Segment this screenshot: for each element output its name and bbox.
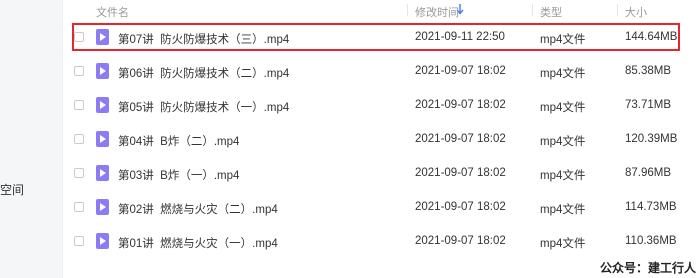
file-name[interactable]: 第05讲 防火防爆技术（一）.mp4 (118, 99, 289, 115)
file-row[interactable]: 第05讲 防火防爆技术（一）.mp4 2021-09-07 18:02 mp4文… (62, 88, 700, 124)
file-type: mp4文件 (540, 102, 586, 114)
row-checkbox[interactable] (74, 168, 84, 178)
row-checkbox[interactable] (74, 66, 84, 76)
video-file-icon (96, 131, 109, 147)
file-row[interactable]: 第06讲 防火防爆技术（二）.mp4 2021-09-07 18:02 mp4文… (62, 54, 700, 90)
file-type: mp4文件 (540, 238, 586, 250)
file-row[interactable]: 第01讲 燃烧与火灾（一）.mp4 2021-09-07 18:02 mp4文件… (62, 224, 700, 260)
file-name[interactable]: 第06讲 防火防爆技术（二）.mp4 (118, 65, 289, 81)
video-file-icon (96, 97, 109, 113)
file-size: 114.73MB (625, 201, 677, 213)
file-name[interactable]: 第07讲 防火防爆技术（三）.mp4 (118, 31, 289, 47)
file-size: 85.38MB (625, 65, 672, 77)
file-name[interactable]: 第03讲 B炸（一）.mp4 (118, 167, 239, 183)
file-name[interactable]: 第02讲 燃烧与火灾（二）.mp4 (118, 201, 278, 217)
row-checkbox[interactable] (74, 202, 84, 212)
file-size: 73.71MB (625, 99, 672, 111)
column-divider[interactable] (532, 4, 533, 16)
video-file-icon (96, 29, 109, 45)
row-checkbox[interactable] (74, 134, 84, 144)
file-modified: 2021-09-07 18:02 (415, 133, 506, 145)
column-header-name[interactable]: 文件名 (96, 4, 129, 20)
file-modified: 2021-09-07 18:02 (415, 99, 506, 111)
file-size: 120.39MB (625, 133, 678, 145)
file-modified: 2021-09-07 18:02 (415, 167, 506, 179)
file-row[interactable]: 第02讲 燃烧与火灾（二）.mp4 2021-09-07 18:02 mp4文件… (62, 190, 700, 226)
video-file-icon (96, 165, 109, 181)
column-header-size[interactable]: 大小 (625, 4, 647, 20)
file-type: mp4文件 (540, 34, 586, 46)
file-modified: 2021-09-11 22:50 (415, 31, 505, 43)
file-size: 144.64MB (625, 31, 678, 43)
file-row[interactable]: 第03讲 B炸（一）.mp4 2021-09-07 18:02 mp4文件 87… (62, 156, 700, 192)
row-checkbox[interactable] (74, 236, 84, 246)
sidebar: 空间 (0, 0, 63, 278)
file-name[interactable]: 第04讲 B炸（二）.mp4 (118, 133, 239, 149)
video-file-icon (96, 199, 109, 215)
row-checkbox[interactable] (74, 32, 84, 42)
video-file-icon (96, 63, 109, 79)
file-modified: 2021-09-07 18:02 (415, 65, 506, 77)
watermark: 公众号：建工行人 (599, 261, 696, 275)
column-divider[interactable] (407, 4, 408, 16)
file-type: mp4文件 (540, 68, 586, 80)
column-divider[interactable] (617, 4, 618, 16)
file-list-header: 文件名 修改时间 类型 大小 (62, 0, 700, 20)
file-row[interactable]: 第04讲 B炸（二）.mp4 2021-09-07 18:02 mp4文件 12… (62, 122, 700, 158)
column-header-type[interactable]: 类型 (540, 4, 562, 20)
file-name[interactable]: 第01讲 燃烧与火灾（一）.mp4 (118, 235, 278, 251)
file-type: mp4文件 (540, 204, 586, 216)
file-type: mp4文件 (540, 136, 586, 148)
file-row[interactable]: 第07讲 防火防爆技术（三）.mp4 2021-09-11 22:50 mp4文… (62, 20, 700, 56)
sidebar-item-space[interactable]: 空间 (0, 181, 24, 198)
column-header-modified[interactable]: 修改时间 (415, 4, 459, 20)
file-type: mp4文件 (540, 170, 586, 182)
file-size: 87.96MB (625, 167, 672, 179)
row-checkbox[interactable] (74, 100, 84, 110)
video-file-icon (96, 233, 109, 249)
file-modified: 2021-09-07 18:02 (415, 235, 506, 247)
file-modified: 2021-09-07 18:02 (415, 201, 506, 213)
file-size: 110.36MB (625, 235, 677, 247)
